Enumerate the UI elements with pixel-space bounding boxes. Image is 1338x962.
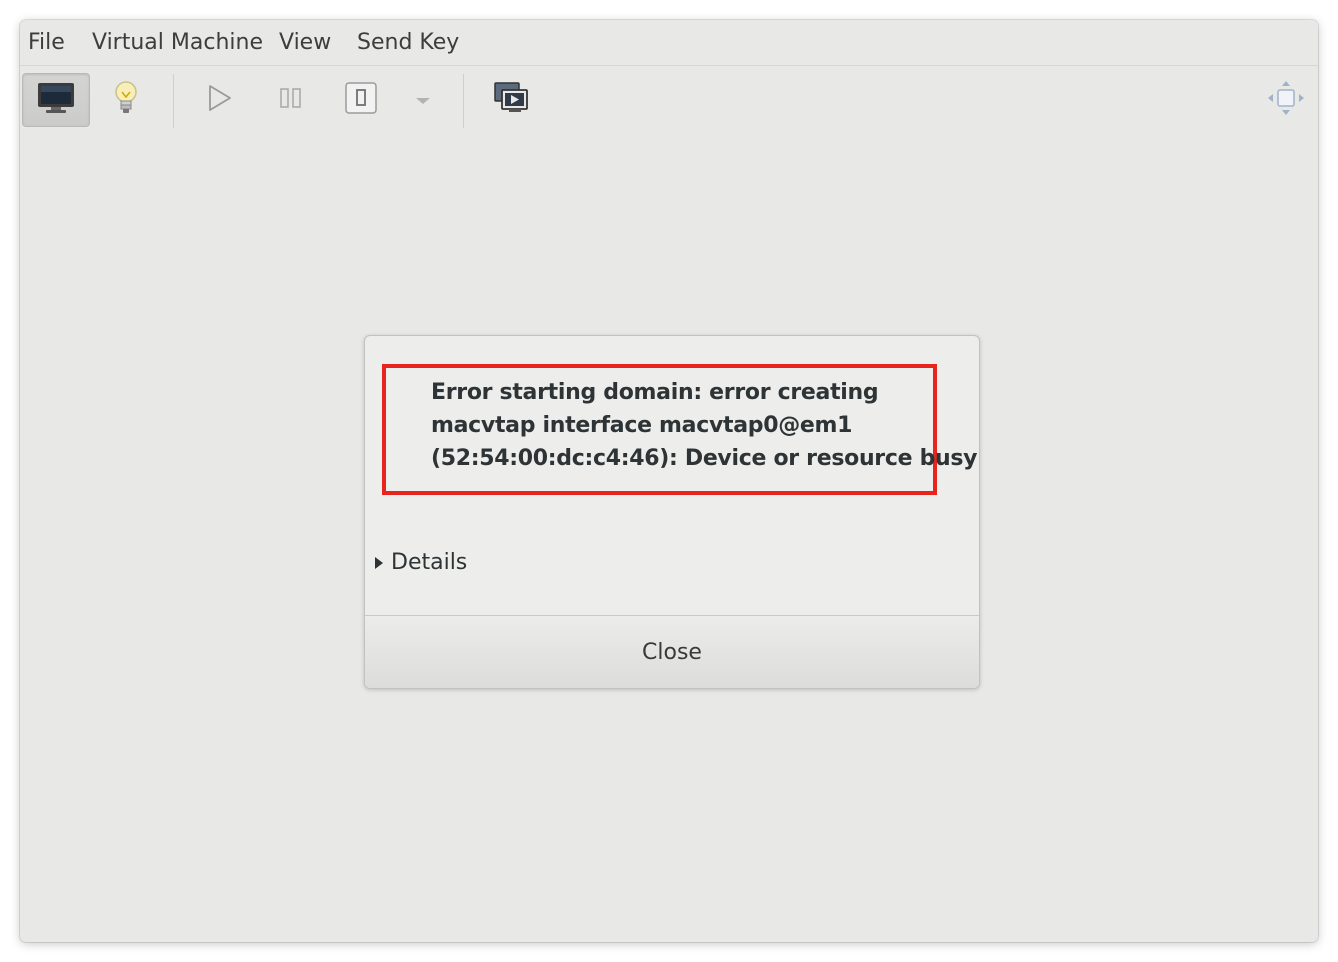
- menu-send-key[interactable]: Send Key: [357, 29, 459, 57]
- pause-button[interactable]: [271, 73, 311, 127]
- error-message-line: (52:54:00:dc:c4:46): Device or resource …: [431, 446, 978, 471]
- details-label: Details: [391, 550, 468, 575]
- fullscreen-icon: [1267, 80, 1305, 120]
- menu-file[interactable]: File: [28, 29, 65, 57]
- error-dialog: Error starting domain: error creating ma…: [364, 335, 980, 689]
- toolbar-separator: [173, 74, 174, 128]
- error-message: Error starting domain: error creating ma…: [431, 376, 978, 475]
- run-button[interactable]: [200, 73, 240, 127]
- snapshot-icon: [493, 81, 529, 119]
- lightbulb-icon: [113, 80, 139, 120]
- menu-virtual-machine[interactable]: Virtual Machine: [92, 29, 263, 57]
- pause-icon: [279, 86, 303, 114]
- shutdown-menu-button[interactable]: [410, 73, 436, 127]
- toolbar-separator: [463, 74, 464, 128]
- power-icon: [344, 81, 378, 119]
- toolbar: [20, 66, 1318, 134]
- shutdown-button[interactable]: [341, 73, 381, 127]
- details-view-button[interactable]: [106, 73, 146, 127]
- monitor-icon: [37, 82, 75, 118]
- fullscreen-button[interactable]: [1265, 73, 1307, 127]
- snapshots-button[interactable]: [490, 73, 532, 127]
- menubar: File Virtual Machine View Send Key: [20, 20, 1318, 66]
- menu-view[interactable]: View: [279, 29, 331, 57]
- details-expander[interactable]: Details: [375, 550, 467, 575]
- chevron-down-icon: [415, 91, 431, 110]
- error-message-line: macvtap interface macvtap0@em1: [431, 413, 853, 438]
- close-button[interactable]: Close: [365, 615, 979, 688]
- vm-viewer-window: File Virtual Machine View Send Key Error…: [20, 20, 1318, 942]
- console-view-button[interactable]: [22, 73, 90, 127]
- expander-arrow-icon: [375, 556, 383, 569]
- play-icon: [207, 84, 233, 116]
- error-message-line: Error starting domain: error creating: [431, 380, 879, 405]
